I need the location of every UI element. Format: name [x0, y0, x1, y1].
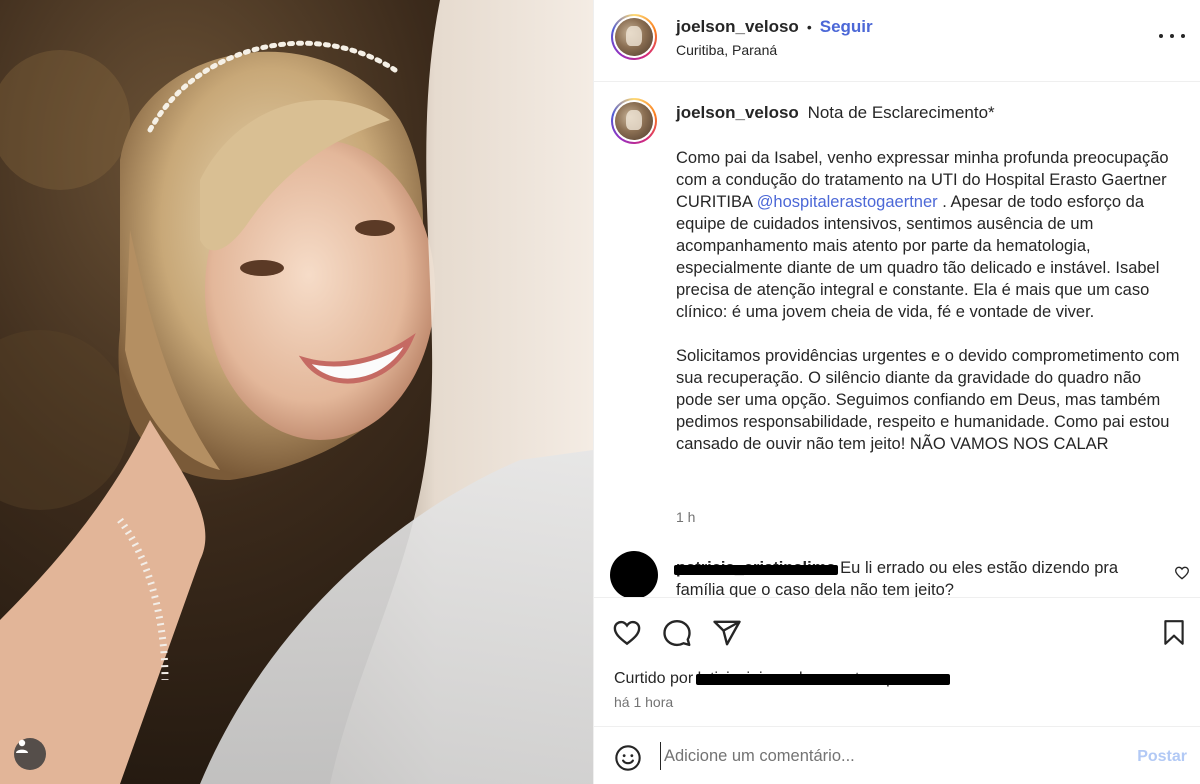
post-location[interactable]: Curitiba, Paraná: [676, 42, 777, 58]
caption-timestamp[interactable]: 1 h: [676, 509, 695, 525]
person-tag-icon: [16, 739, 28, 753]
save-button[interactable]: [1161, 619, 1187, 652]
add-comment-bar: Postar: [594, 728, 1200, 784]
caption-heading: joelson_veloso Nota de Esclarecimento*: [676, 103, 995, 123]
post-header: joelson_veloso • Seguir Curitiba, Paraná: [594, 0, 1200, 82]
comment-item: patricia_cristinalima Eu li errado ou el…: [610, 551, 1190, 597]
author-avatar[interactable]: [611, 14, 657, 60]
liked-by-line: Curtido por leticiavieiramalco e outras …: [614, 670, 950, 688]
emoji-button[interactable]: [614, 744, 642, 777]
post-photo[interactable]: [0, 0, 593, 784]
follow-button[interactable]: Seguir: [820, 17, 873, 37]
heart-icon: [1174, 566, 1190, 580]
action-icons: [612, 618, 742, 653]
caption-username[interactable]: joelson_veloso: [676, 103, 799, 122]
comment-icon: [663, 619, 691, 647]
post-actions: Curtido por leticiavieiramalco e outras …: [594, 597, 1200, 727]
post-details-panel: joelson_veloso • Seguir Curitiba, Paraná…: [593, 0, 1200, 784]
caption-paragraph-1: Como pai da Isabel, venho expressar minh…: [676, 147, 1181, 323]
redaction-bar: [674, 565, 838, 575]
author-line: joelson_veloso • Seguir: [676, 17, 873, 37]
author-username[interactable]: joelson_veloso: [676, 17, 799, 37]
commenter-avatar[interactable]: [610, 551, 658, 597]
comment-input[interactable]: [660, 742, 1110, 770]
share-icon: [713, 620, 741, 646]
instagram-post-view: joelson_veloso • Seguir Curitiba, Paraná…: [0, 0, 1200, 784]
liked-by-users[interactable]: leticiavieiramalco e outras pessoas: [695, 670, 950, 687]
separator-dot: •: [806, 19, 812, 35]
more-options-icon[interactable]: [1159, 26, 1185, 46]
caption-p1-end: . Apesar de todo esforço da equipe de cu…: [676, 193, 1160, 321]
comment-button[interactable]: [662, 618, 692, 653]
share-button[interactable]: [712, 618, 742, 653]
caption-author-avatar[interactable]: [611, 98, 657, 144]
liked-by-prefix: Curtido por: [614, 670, 694, 687]
hospital-mention-link[interactable]: @hospitalerastogaertner: [757, 193, 938, 211]
emoji-icon: [615, 745, 641, 771]
comment-text: patricia_cristinalima Eu li errado ou el…: [674, 557, 1146, 597]
bookmark-icon: [1164, 620, 1184, 645]
caption-title: Nota de Esclarecimento*: [807, 103, 995, 122]
like-button[interactable]: [612, 618, 642, 653]
post-comment-button[interactable]: Postar: [1137, 748, 1187, 766]
photo-illustration: [0, 0, 593, 784]
comment-like-button[interactable]: [1174, 565, 1190, 586]
comments-scroll-area[interactable]: joelson_veloso Nota de Esclarecimento* C…: [594, 83, 1200, 597]
post-timestamp[interactable]: há 1 hora: [614, 694, 673, 710]
commenter-username[interactable]: patricia_cristinalima: [674, 559, 838, 577]
caption-paragraph-2: Solicitamos providências urgentes e o de…: [676, 347, 1180, 453]
caption-text: Como pai da Isabel, venho expressar minh…: [676, 147, 1181, 477]
tagged-people-button[interactable]: [14, 738, 46, 770]
heart-icon: [613, 620, 641, 646]
redaction-bar: [695, 674, 950, 685]
